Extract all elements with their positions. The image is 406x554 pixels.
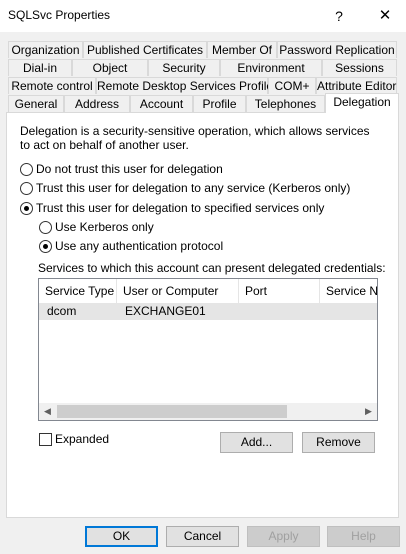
checkbox-box[interactable] (39, 433, 52, 446)
tab-object[interactable]: Object (72, 59, 148, 76)
tab-general[interactable]: General (8, 95, 64, 112)
tab-password-replication[interactable]: Password Replication (277, 41, 397, 58)
cell-user-or-computer: EXCHANGE01 (125, 304, 206, 318)
radio-label: Do not trust this user for delegation (36, 162, 223, 176)
column-port[interactable]: Port (239, 279, 320, 303)
close-icon[interactable]: ✕ (372, 6, 398, 26)
tab-remote-control[interactable]: Remote control (8, 77, 96, 94)
tab-organization[interactable]: Organization (8, 41, 83, 58)
help-icon[interactable]: ? (326, 6, 352, 26)
tab-com-plus[interactable]: COM+ (268, 77, 316, 94)
column-service-name[interactable]: Service Na (320, 279, 377, 303)
radio-circle[interactable] (20, 182, 33, 195)
add-button[interactable]: Add... (220, 432, 293, 453)
tab-environment[interactable]: Environment (220, 59, 322, 76)
radio-label: Trust this user for delegation to any se… (36, 181, 351, 195)
tab-security[interactable]: Security (148, 59, 220, 76)
cell-service-type: dcom (47, 304, 77, 318)
radio-circle[interactable] (20, 202, 33, 215)
tab-dial-in[interactable]: Dial-in (8, 59, 72, 76)
tab-address[interactable]: Address (64, 95, 130, 112)
tab-profile[interactable]: Profile (193, 95, 246, 112)
scrollbar-thumb[interactable] (57, 405, 287, 418)
radio-circle[interactable] (20, 163, 33, 176)
radio-selected-dot (43, 244, 48, 249)
horizontal-scrollbar[interactable]: ◀ ▶ (39, 403, 377, 420)
ok-button[interactable]: OK (85, 526, 158, 547)
delegation-description: Delegation is a security-sensitive opera… (20, 124, 370, 152)
services-label: Services to which this account can prese… (38, 261, 386, 275)
radio-label: Use any authentication protocol (55, 239, 224, 253)
radio-circle[interactable] (39, 240, 52, 253)
help-button[interactable]: Help (327, 526, 400, 547)
tab-sessions[interactable]: Sessions (322, 59, 397, 76)
tab-delegation[interactable]: Delegation (325, 93, 399, 113)
scroll-right-icon[interactable]: ▶ (360, 403, 377, 420)
table-row[interactable]: dcom EXCHANGE01 (39, 303, 377, 320)
column-user-or-computer[interactable]: User or Computer (117, 279, 239, 303)
services-list[interactable]: Service Type User or Computer Port Servi… (38, 278, 378, 421)
radio-selected-dot (24, 206, 29, 211)
tab-published-certificates[interactable]: Published Certificates (83, 41, 207, 58)
remove-button[interactable]: Remove (302, 432, 375, 453)
tab-member-of[interactable]: Member Of (207, 41, 277, 58)
tab-telephones[interactable]: Telephones (246, 95, 325, 112)
column-service-type[interactable]: Service Type (39, 279, 117, 303)
cancel-button[interactable]: Cancel (166, 526, 239, 547)
expanded-label: Expanded (55, 432, 110, 446)
radio-circle[interactable] (39, 221, 52, 234)
radio-label: Trust this user for delegation to specif… (36, 201, 325, 215)
scroll-left-icon[interactable]: ◀ (39, 403, 56, 420)
radio-label: Use Kerberos only (55, 220, 154, 234)
tab-attribute-editor[interactable]: Attribute Editor (316, 77, 397, 94)
apply-button[interactable]: Apply (247, 526, 320, 547)
window-title: SQLSvc Properties (8, 8, 111, 22)
list-header: Service Type User or Computer Port Servi… (39, 279, 377, 303)
title-bar: SQLSvc Properties ? ✕ (0, 0, 406, 32)
tab-account[interactable]: Account (130, 95, 193, 112)
tab-remote-desktop-services-profile[interactable]: Remote Desktop Services Profile (96, 77, 273, 94)
